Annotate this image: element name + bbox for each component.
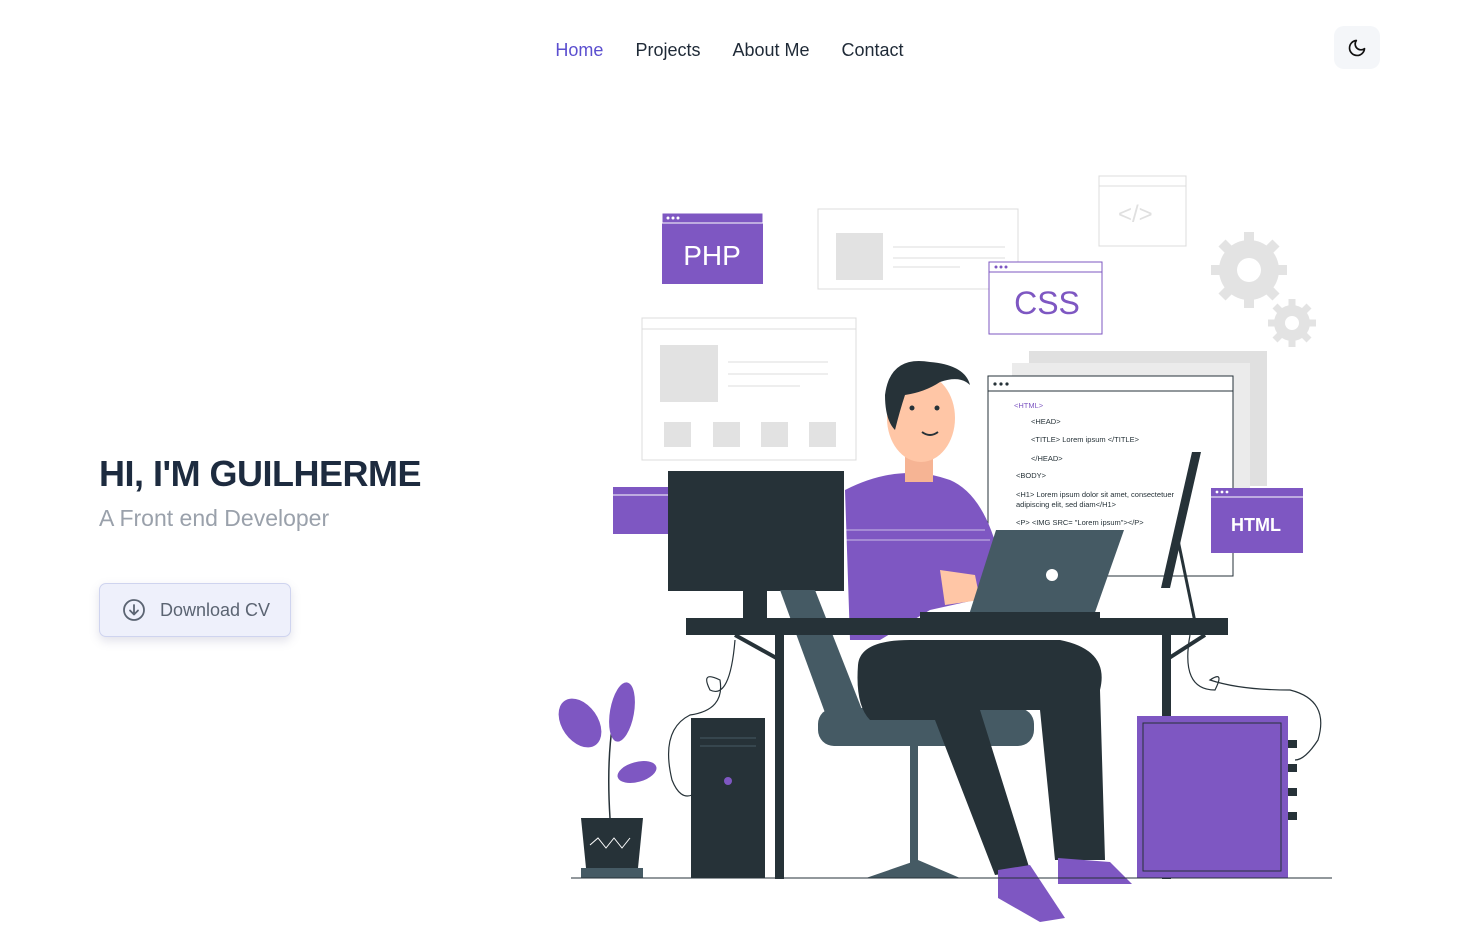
code-line: <HEAD>	[1031, 417, 1061, 426]
php-window: PHP	[661, 212, 764, 284]
css-label: CSS	[1014, 285, 1080, 321]
svg-text:</>: </>	[1118, 201, 1153, 228]
hero-title: HI, I'M GUILHERME	[99, 453, 422, 494]
nav-home[interactable]: Home	[555, 36, 603, 64]
hero-subtitle: A Front end Developer	[99, 505, 330, 531]
plant	[558, 682, 657, 878]
top-nav: Home Projects About Me Contact	[0, 36, 1459, 64]
nav-projects[interactable]: Projects	[635, 36, 700, 64]
wireframe-window-top	[817, 208, 1019, 290]
code-line: <H1> Lorem ipsum dolor sit amet, consect…	[1016, 490, 1174, 499]
cabinet	[1137, 716, 1297, 878]
html-label: HTML	[1231, 515, 1281, 535]
code-line: <P> <IMG SRC= "Lorem ipsum"></P>	[1016, 518, 1144, 527]
pc-tower	[691, 718, 765, 878]
code-line: </HEAD>	[1031, 454, 1063, 463]
nav-contact[interactable]: Contact	[842, 36, 904, 64]
nav-about-me[interactable]: About Me	[732, 36, 809, 64]
wireframe-window-left	[641, 317, 857, 461]
download-cv-button[interactable]: Download CV	[99, 583, 291, 637]
download-circle-icon	[123, 599, 145, 621]
gear-icon	[1211, 232, 1316, 347]
page: Home Projects About Me Contact HI, I'M G…	[0, 0, 1459, 928]
code-line: <BODY>	[1016, 471, 1047, 480]
code-line: adipiscing elit, sed diam</H1>	[1016, 500, 1117, 509]
download-cv-label: Download CV	[160, 599, 271, 620]
code-line: <TITLE> Lorem ipsum </TITLE>	[1031, 435, 1140, 444]
moon-icon	[1348, 39, 1366, 56]
code-line: <HTML>	[1014, 401, 1044, 410]
html-window: HTML	[1211, 488, 1303, 553]
php-label: PHP	[683, 240, 741, 271]
developer-illustration: </> PHP CSS <HTML> <HEAD> <TITLE> Lorem …	[558, 175, 1332, 922]
wireframe-code-window: </>	[1098, 175, 1187, 247]
css-window: CSS	[988, 261, 1103, 335]
theme-toggle-button[interactable]	[1334, 26, 1380, 69]
